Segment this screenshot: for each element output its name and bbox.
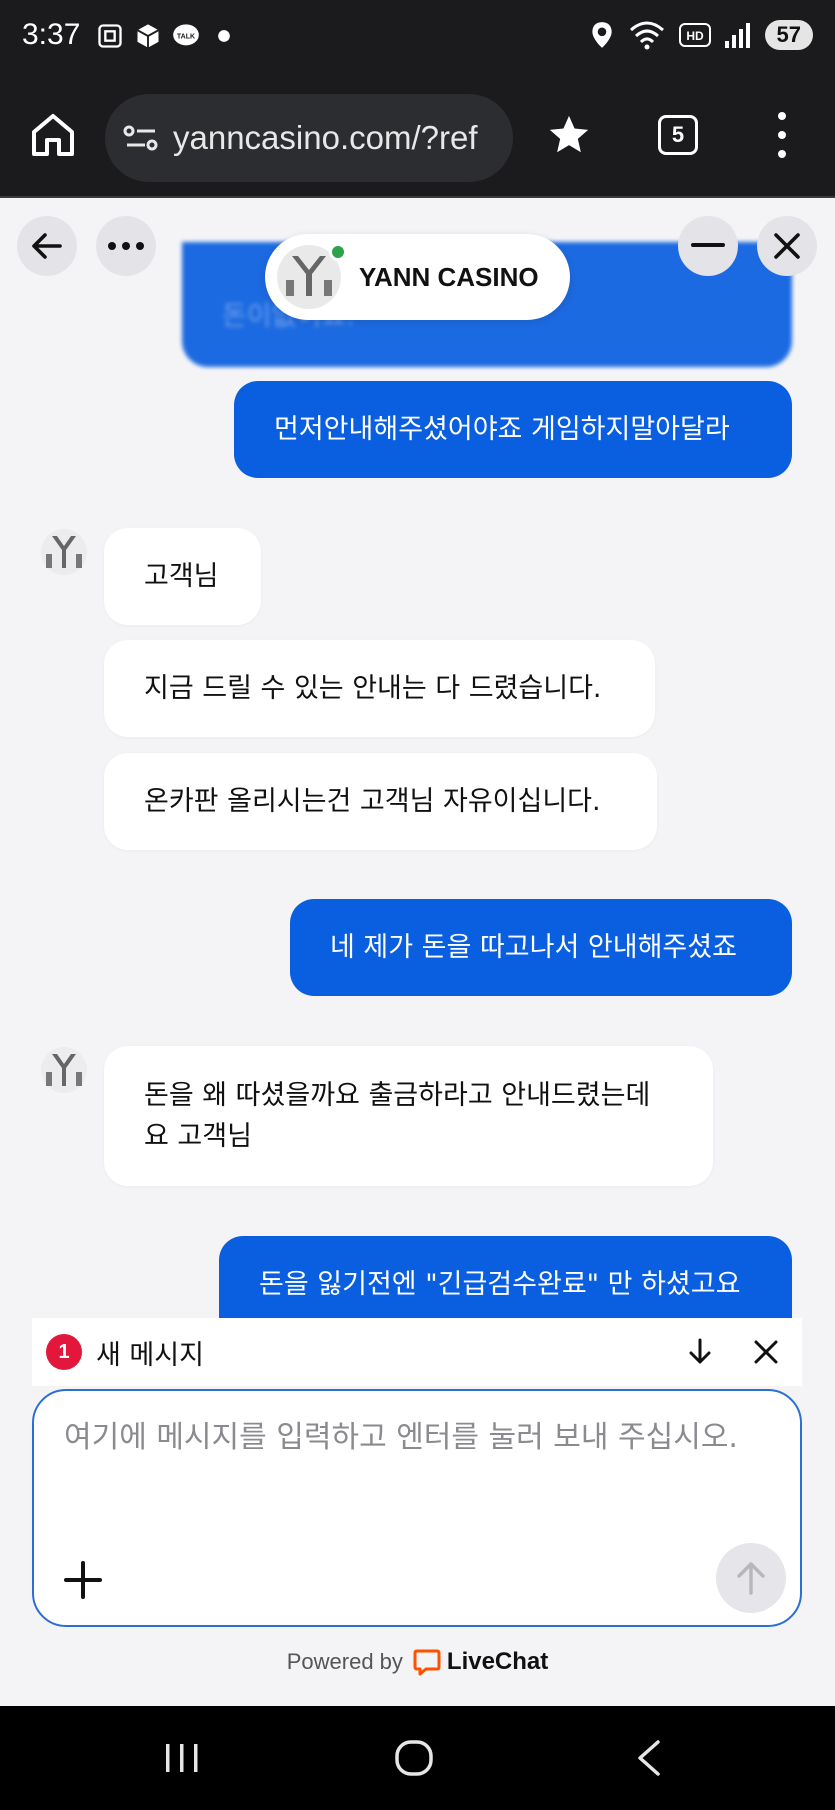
message-bubble-user: 먼저안내해주셨어야죠 게임하지말아달라 [234,381,792,478]
site-settings-icon[interactable] [123,122,159,154]
talk-icon: TALK [173,24,199,46]
livechat-icon [413,1649,441,1676]
message-bubble-agent: 지금 드릴 수 있는 안내는 다 드렸습니다. [104,640,655,737]
arrow-down-icon[interactable] [684,1336,716,1368]
home-icon[interactable] [28,110,78,160]
arrow-left-icon [32,233,62,259]
back-nav-icon[interactable] [628,1736,672,1780]
arrow-up-icon [737,1562,765,1595]
more-options-button[interactable] [96,216,156,276]
message-composer [32,1389,802,1627]
cube-icon [137,24,159,48]
address-bar[interactable]: yanncasino.com/?ref [105,94,513,182]
svg-text:TALK: TALK [177,33,195,40]
unread-count-badge: 1 [46,1334,82,1370]
powered-by-label: Powered by [286,1649,403,1674]
message-bubble-agent: 온카판 올리시는건 고객님 자유이십니다. [104,753,657,850]
recent-apps-icon[interactable] [160,1736,204,1780]
back-button[interactable] [17,216,77,276]
browser-menu-icon[interactable] [770,112,794,158]
message-bubble-user: 네 제가 돈을 따고나서 안내해주셨죠 [290,899,792,996]
message-bubble-agent: 고객님 [104,528,261,625]
brand-header: YANN CASINO [265,234,570,320]
screenshot-icon [98,24,122,48]
bookmark-star-icon[interactable] [546,112,592,158]
system-navigation-bar [0,1706,835,1810]
tab-switcher-button[interactable]: 5 [658,115,698,155]
status-system-icons: HD 57 [589,20,813,50]
hd-icon: HD [678,23,711,47]
battery-indicator: 57 [764,20,813,50]
browser-toolbar: yanncasino.com/?ref 5 [0,80,835,198]
ellipsis-icon [108,242,144,250]
close-icon[interactable] [750,1336,782,1368]
message-bubble-agent: 돈을 왜 따셨을까요 출금하라고 안내드렸는데요 고객님 [104,1046,713,1186]
status-bar: 3:37 TALK HD 57 [0,0,835,80]
message-input[interactable] [64,1415,764,1525]
dot-icon [218,30,230,42]
minimize-icon [691,243,725,247]
status-notification-icons: TALK [96,22,238,50]
home-nav-icon[interactable] [392,1736,436,1780]
close-icon [774,233,800,259]
wifi-icon [629,21,664,50]
plus-icon[interactable] [62,1559,104,1601]
url-text: yanncasino.com/?ref [173,119,478,156]
location-icon [591,22,612,48]
svg-text:HD: HD [686,29,704,43]
new-message-label: 새 메시지 [96,1339,204,1371]
brand-logo [273,241,347,313]
powered-by-footer: Powered by LiveChat [0,1648,835,1676]
signal-icon [724,23,750,48]
send-button[interactable] [716,1543,786,1613]
livechat-brand: LiveChat [446,1648,549,1675]
clock: 3:37 [22,18,81,51]
agent-avatar [41,1047,87,1093]
online-status-dot [329,243,347,261]
new-message-banner[interactable]: 1 새 메시지 [32,1318,802,1386]
livechat-logo[interactable]: LiveChat [413,1648,548,1676]
close-button[interactable] [757,216,817,276]
agent-avatar [41,529,87,575]
chat-window: 돈이없어요. YANN CASINO 먼저안내해주셨어야죠 게임하지말아달라 고… [0,200,835,1706]
brand-name: YANN CASINO [359,261,539,292]
minimize-button[interactable] [678,216,738,276]
